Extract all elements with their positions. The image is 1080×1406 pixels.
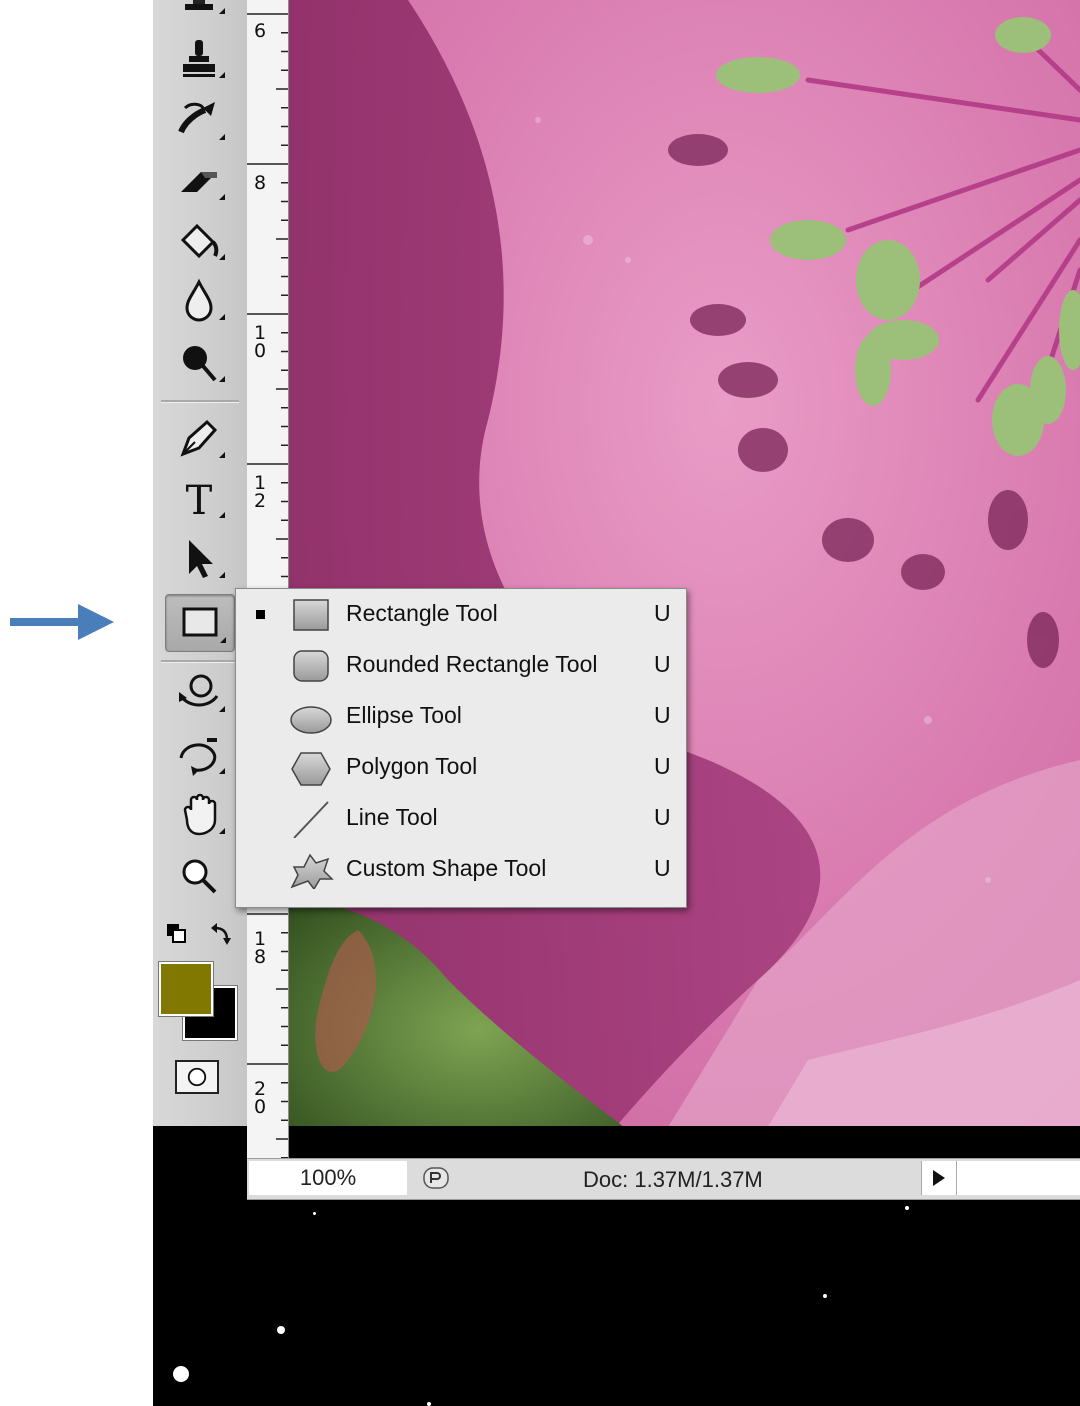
zoom-level-field[interactable]: 100% [249, 1161, 407, 1195]
3d-rotate-tool-icon[interactable] [165, 664, 233, 720]
menu-item-line-tool[interactable]: Line Tool U [236, 793, 686, 844]
eraser-tool-icon[interactable] [165, 152, 233, 208]
3d-orbit-tool-icon[interactable] [165, 726, 233, 782]
menu-item-label: Line Tool [346, 804, 438, 830]
polygon-shape-icon [291, 752, 331, 786]
menu-item-shortcut: U [654, 600, 671, 626]
dodge-tool-icon[interactable] [165, 334, 233, 390]
selected-indicator [256, 610, 265, 619]
menu-item-rectangle-tool[interactable]: Rectangle Tool U [236, 589, 686, 640]
shape-tool-flyout-menu: Rectangle Tool U Rounded Rectangle Tool … [235, 588, 687, 908]
custom-shape-icon [290, 853, 334, 889]
ruler-label: 1 8 [253, 928, 267, 968]
flower-photo [288, 0, 1080, 1160]
tools-panel: T [153, 0, 248, 1126]
menu-item-label: Polygon Tool [346, 753, 478, 779]
ruler-label: 1 0 [253, 322, 267, 362]
pointer-arrow-icon [10, 604, 114, 640]
blur-tool-icon[interactable] [165, 272, 233, 328]
history-brush-tool-icon[interactable] [165, 92, 233, 148]
rounded-rectangle-shape-icon [293, 650, 329, 682]
ruler-label: 8 [253, 172, 267, 194]
rectangle-tool-icon[interactable] [165, 594, 235, 652]
menu-item-label: Rectangle Tool [346, 600, 498, 626]
ruler-label: 2 0 [253, 1078, 267, 1118]
menu-item-shortcut: U [654, 753, 671, 779]
pen-tool-icon[interactable] [165, 410, 233, 466]
menu-item-ellipse-tool[interactable]: Ellipse Tool U [236, 691, 686, 742]
menu-item-polygon-tool[interactable]: Polygon Tool U [236, 742, 686, 793]
quick-mask-button[interactable] [175, 1060, 219, 1094]
status-bar: 100% Doc: 1.37M/1.37M [247, 1158, 1080, 1200]
horizontal-scroll-area[interactable] [957, 1161, 1080, 1195]
vertical-ruler: 6 8 1 0 1 2 1 8 2 0 [247, 0, 289, 1158]
foreground-color-swatch[interactable] [159, 962, 213, 1016]
paint-bucket-tool-icon[interactable] [165, 212, 233, 268]
menu-item-shortcut: U [654, 702, 671, 728]
svg-text:T: T [186, 478, 213, 522]
type-tool-icon[interactable]: T [165, 470, 233, 526]
document-canvas[interactable] [288, 0, 1080, 1160]
menu-item-label: Custom Shape Tool [346, 855, 547, 881]
menu-item-shortcut: U [654, 804, 671, 830]
zoom-tool-icon[interactable] [165, 848, 233, 904]
ruler-label: 6 [253, 20, 267, 42]
default-colors-icon[interactable] [161, 918, 241, 948]
document-size-info: Doc: 1.37M/1.37M [583, 1167, 763, 1192]
clone-stamp-tool-icon[interactable] [165, 0, 233, 22]
menu-item-label: Ellipse Tool [346, 702, 462, 728]
menu-item-rounded-rectangle-tool[interactable]: Rounded Rectangle Tool U [236, 640, 686, 691]
rectangle-shape-icon [293, 599, 329, 631]
status-info-icon[interactable] [423, 1167, 449, 1189]
hand-tool-icon[interactable] [165, 786, 233, 842]
clone-stamp-tool-icon[interactable] [165, 30, 233, 86]
triangle-right-icon [933, 1170, 945, 1186]
menu-item-shortcut: U [654, 651, 671, 677]
ruler-label: 1 2 [253, 472, 267, 512]
menu-item-label: Rounded Rectangle Tool [346, 651, 598, 677]
menu-item-shortcut: U [654, 855, 671, 881]
quick-mask-icon [187, 1067, 207, 1087]
ellipse-shape-icon [290, 706, 332, 734]
status-menu-button[interactable] [921, 1161, 957, 1195]
path-selection-tool-icon[interactable] [165, 530, 233, 586]
line-shape-icon [293, 801, 329, 838]
menu-item-custom-shape-tool[interactable]: Custom Shape Tool U [236, 844, 686, 895]
